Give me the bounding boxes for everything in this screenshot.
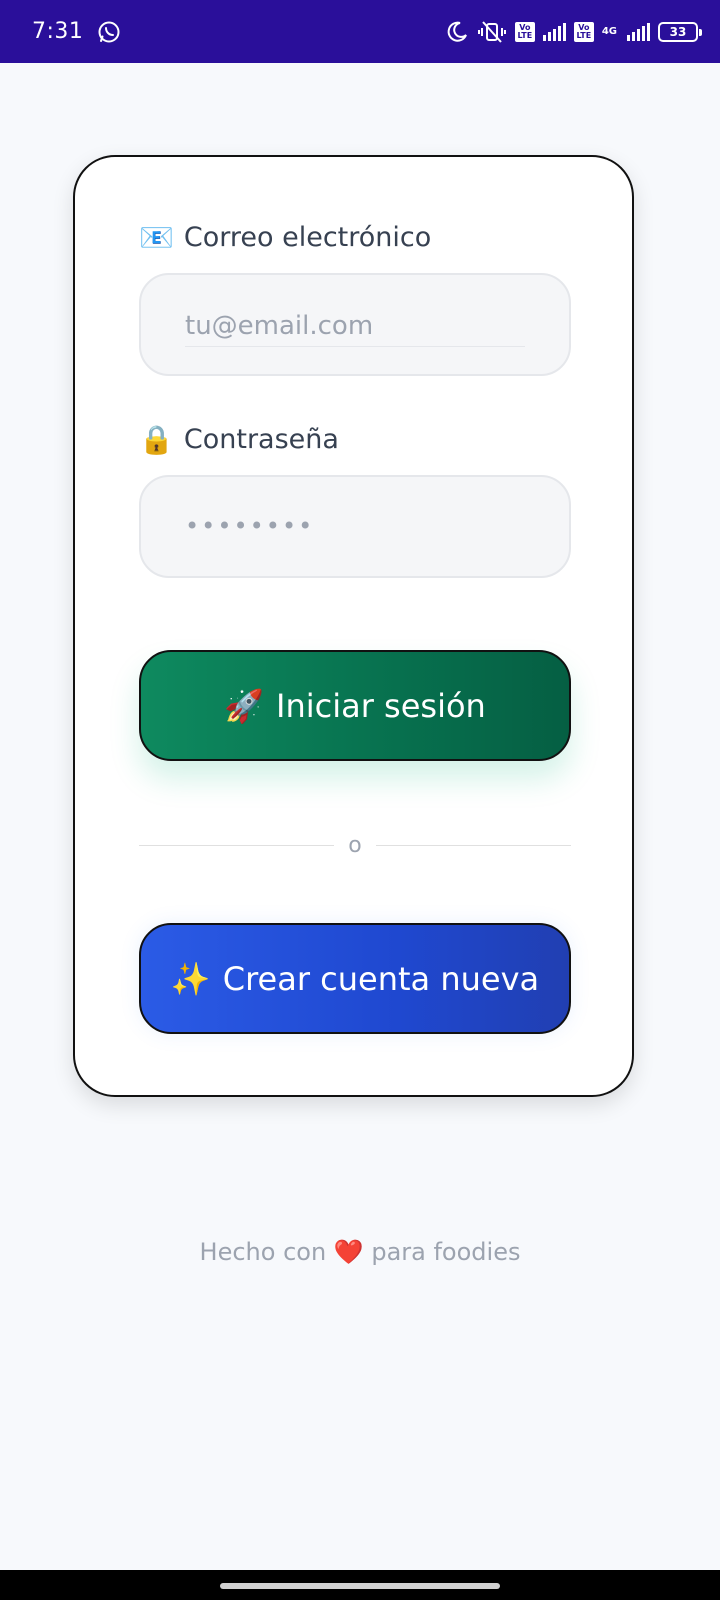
or-divider: o xyxy=(139,830,571,860)
divider-line-left xyxy=(139,844,335,846)
whatsapp-icon xyxy=(97,20,121,44)
footer-text-after: para foodies xyxy=(371,1238,521,1266)
login-card: 📧 Correo electrónico 🔒 Contraseña ••••••… xyxy=(73,155,634,1097)
email-icon: 📧 xyxy=(139,221,174,254)
footer-text-before: Hecho con xyxy=(199,1238,327,1266)
4g-label: 4G xyxy=(601,25,617,37)
status-time: 7:31 xyxy=(32,19,84,44)
sparkles-icon: ✨ xyxy=(170,959,211,998)
password-label-text: Contraseña xyxy=(183,424,339,455)
volte-icon: Vo LTE xyxy=(514,21,535,42)
signal-icon xyxy=(542,22,566,41)
create-account-button[interactable]: ✨ Crear cuenta nueva xyxy=(139,923,571,1034)
password-field[interactable]: •••••••• xyxy=(139,475,571,578)
email-label: 📧 Correo electrónico xyxy=(139,221,431,254)
heart-icon: ❤️ xyxy=(333,1238,364,1266)
vibrate-mute-icon xyxy=(477,20,507,44)
divider-line-right xyxy=(375,844,571,846)
rocket-icon: 🚀 xyxy=(224,686,265,725)
footer-text: Hecho con ❤️ para foodies xyxy=(0,1238,720,1266)
home-gesture-handle[interactable] xyxy=(220,1583,500,1589)
create-account-button-label: Crear cuenta nueva xyxy=(222,959,540,998)
password-masked-value: •••••••• xyxy=(185,512,315,540)
email-field-container[interactable] xyxy=(139,273,571,376)
status-left: 7:31 xyxy=(32,19,121,44)
battery-icon: 33 xyxy=(658,21,702,42)
volte-icon: Vo LTE xyxy=(573,21,594,42)
divider-text: o xyxy=(348,832,362,858)
email-field[interactable] xyxy=(185,305,525,347)
email-label-text: Correo electrónico xyxy=(183,222,432,253)
status-bar: 7:31 Vo LTE Vo LTE 4G 33 xyxy=(0,0,720,63)
lock-icon: 🔒 xyxy=(139,423,174,456)
login-button-label: Iniciar sesión xyxy=(276,686,486,725)
login-button[interactable]: 🚀 Iniciar sesión xyxy=(139,650,571,761)
4g-signal-icon xyxy=(627,22,650,41)
status-right: Vo LTE Vo LTE 4G 33 xyxy=(445,20,702,44)
moon-icon xyxy=(445,20,469,44)
password-label: 🔒 Contraseña xyxy=(139,423,339,456)
